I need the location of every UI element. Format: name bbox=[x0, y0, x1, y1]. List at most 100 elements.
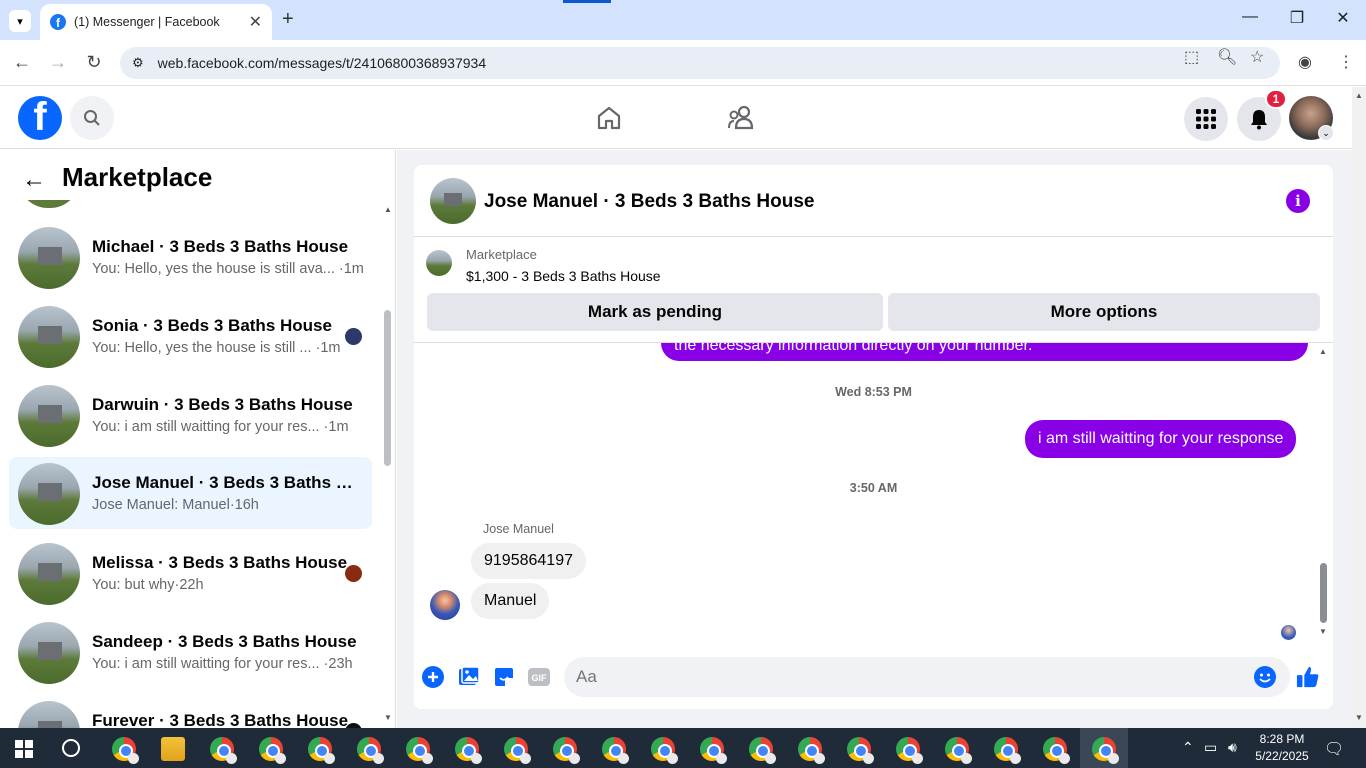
file-explorer-icon[interactable] bbox=[161, 737, 185, 761]
minimize-window-icon[interactable]: — bbox=[1238, 8, 1262, 26]
chrome-icon[interactable] bbox=[308, 737, 335, 764]
bookmark-star-icon[interactable]: ☆ bbox=[1250, 47, 1264, 67]
photo-icon[interactable] bbox=[457, 665, 481, 689]
chrome-icon[interactable] bbox=[504, 737, 531, 764]
tab-list-dropdown-icon[interactable]: ▾ bbox=[9, 10, 31, 32]
chrome-icon[interactable] bbox=[1092, 737, 1119, 764]
profile-badge-icon bbox=[618, 753, 629, 764]
network-icon[interactable]: ▭ bbox=[1204, 739, 1217, 756]
listing-thumbnail[interactable] bbox=[426, 250, 452, 276]
chrome-icon[interactable] bbox=[798, 737, 825, 764]
gif-icon[interactable]: GIF bbox=[527, 665, 551, 689]
browser-menu-icon[interactable]: ⋮ bbox=[1338, 52, 1354, 72]
conversation-thumbnail bbox=[18, 543, 80, 605]
message-bubble-incoming[interactable]: Manuel bbox=[471, 583, 550, 619]
conversation-item[interactable]: Sonia · 3 Beds 3 Baths House You: Hello, … bbox=[9, 300, 372, 372]
chrome-icon[interactable] bbox=[406, 737, 433, 764]
chrome-icon[interactable] bbox=[210, 737, 237, 764]
chrome-icon[interactable] bbox=[847, 737, 874, 764]
windows-start-icon[interactable] bbox=[15, 740, 33, 763]
conversation-item[interactable]: Furever · 3 Beds 3 Baths House bbox=[9, 695, 372, 728]
page-scrollbar[interactable]: ▲ ▼ bbox=[1352, 87, 1366, 728]
conversation-thumbnail bbox=[18, 701, 80, 728]
install-app-icon[interactable]: ⬚ bbox=[1184, 47, 1199, 67]
chrome-icon[interactable] bbox=[259, 737, 286, 764]
sidebar-scrollbar[interactable]: ▲ ▼ bbox=[384, 205, 392, 725]
conversation-item[interactable]: Michael · 3 Beds 3 Baths House You: Hello… bbox=[9, 221, 372, 293]
restore-window-icon[interactable]: ❐ bbox=[1285, 8, 1309, 28]
forward-icon[interactable]: → bbox=[46, 52, 70, 73]
more-options-button[interactable]: More options bbox=[888, 293, 1320, 331]
listing-price[interactable]: $1,300 - 3 Beds 3 Baths House bbox=[466, 268, 661, 284]
address-bar[interactable]: ⚙ web.facebook.com/messages/t/2410680036… bbox=[120, 47, 1280, 79]
chrome-icon[interactable] bbox=[112, 737, 139, 764]
conversation-thumbnail bbox=[18, 306, 80, 368]
search-button[interactable] bbox=[70, 96, 114, 140]
sender-avatar[interactable] bbox=[430, 590, 460, 620]
chrome-icon[interactable] bbox=[651, 737, 678, 764]
sidebar-title: Marketplace bbox=[62, 162, 213, 192]
browser-toolbar: ← → ↻ ⚙ web.facebook.com/messages/t/2410… bbox=[0, 40, 1366, 86]
chat-title[interactable]: Jose Manuel · 3 Beds 3 Baths House bbox=[484, 191, 815, 213]
site-info-icon[interactable]: ⚙ bbox=[132, 55, 144, 71]
message-input[interactable] bbox=[564, 657, 1290, 697]
volume-icon[interactable]: 🔊︎ bbox=[1228, 739, 1237, 756]
conversation-name: Jose Manuel · 3 Beds 3 Baths Ho... bbox=[92, 473, 362, 492]
zoom-icon[interactable]: 🔍︎ bbox=[1217, 47, 1237, 67]
browser-tab[interactable]: f (1) Messenger | Facebook ✕ bbox=[40, 4, 272, 40]
conversation-thumbnail bbox=[18, 463, 80, 525]
chat-thumbnail[interactable] bbox=[430, 178, 476, 224]
search-circle-icon[interactable] bbox=[62, 739, 80, 757]
chrome-icon[interactable] bbox=[1043, 737, 1070, 764]
back-icon[interactable]: ← bbox=[10, 52, 34, 73]
chrome-icon[interactable] bbox=[602, 737, 629, 764]
conversation-name: Sandeep · 3 Beds 3 Baths House bbox=[92, 632, 357, 651]
thumbs-up-icon[interactable] bbox=[1296, 665, 1320, 689]
chrome-icon[interactable] bbox=[749, 737, 776, 764]
close-tab-icon[interactable]: ✕ bbox=[249, 12, 262, 32]
emoji-icon[interactable] bbox=[1253, 665, 1277, 689]
conversation-item[interactable]: Darwuin · 3 Beds 3 Baths House You: i am … bbox=[9, 379, 372, 451]
chevron-down-icon[interactable]: ⌄ bbox=[1318, 125, 1334, 141]
chat-scrollbar[interactable]: ▲ ▼ bbox=[1318, 343, 1330, 647]
profile-badge-icon bbox=[324, 753, 335, 764]
plus-icon[interactable] bbox=[421, 665, 445, 689]
windows-taskbar: ⌃ ▭ 🔊︎ 8:28 PM 5/22/2025 🗨︎ bbox=[0, 728, 1366, 768]
chrome-icon[interactable] bbox=[553, 737, 580, 764]
reload-icon[interactable]: ↻ bbox=[82, 52, 106, 73]
tab-indicator bbox=[563, 0, 611, 3]
chrome-icon[interactable] bbox=[994, 737, 1021, 764]
mark-as-pending-button[interactable]: Mark as pending bbox=[427, 293, 883, 331]
home-icon[interactable] bbox=[595, 104, 623, 137]
chrome-icon[interactable] bbox=[700, 737, 727, 764]
message-bubble-outgoing[interactable]: i am still waitting for your response bbox=[1025, 420, 1297, 458]
info-icon[interactable]: i bbox=[1286, 189, 1310, 213]
chrome-icon[interactable] bbox=[945, 737, 972, 764]
back-arrow-icon[interactable]: ← bbox=[22, 166, 46, 194]
conversation-item[interactable]: Jose Manuel · 3 Beds 3 Baths Ho... Jose M… bbox=[9, 457, 372, 529]
facebook-favicon-icon: f bbox=[50, 14, 66, 30]
profile-badge-icon bbox=[373, 753, 384, 764]
profile-badge-icon bbox=[422, 753, 433, 764]
new-tab-button[interactable]: + bbox=[282, 8, 294, 31]
conversation-item[interactable]: Melissa · 3 Beds 3 Baths House You: but w… bbox=[9, 537, 372, 609]
friends-icon[interactable] bbox=[726, 104, 756, 137]
chrome-icon[interactable] bbox=[455, 737, 482, 764]
close-window-icon[interactable]: ✕ bbox=[1331, 8, 1355, 28]
conversation-preview: You: Hello, yes the house is still ... ·… bbox=[92, 340, 341, 356]
timestamp: 3:50 AM bbox=[849, 481, 898, 495]
message-bubble-outgoing[interactable]: the necessary information directly on yo… bbox=[661, 343, 1308, 361]
message-bubble-incoming[interactable]: 9195864197 bbox=[471, 543, 586, 579]
tray-chevron-icon[interactable]: ⌃ bbox=[1182, 739, 1194, 756]
facebook-logo-icon[interactable]: f bbox=[18, 96, 62, 140]
notification-center-icon[interactable]: 🗨︎ bbox=[1324, 739, 1344, 759]
system-clock[interactable]: 8:28 PM 5/22/2025 bbox=[1255, 731, 1309, 765]
profile-icon[interactable]: ◉ bbox=[1298, 52, 1312, 72]
sticker-icon[interactable] bbox=[492, 665, 516, 689]
chrome-icon[interactable] bbox=[896, 737, 923, 764]
menu-grid-button[interactable] bbox=[1184, 97, 1228, 141]
chrome-icon[interactable] bbox=[357, 737, 384, 764]
profile-badge-icon bbox=[569, 753, 580, 764]
conversation-preview: You: i am still waitting for your res...… bbox=[92, 656, 353, 672]
conversation-item[interactable]: Sandeep · 3 Beds 3 Baths House You: i am … bbox=[9, 616, 372, 688]
